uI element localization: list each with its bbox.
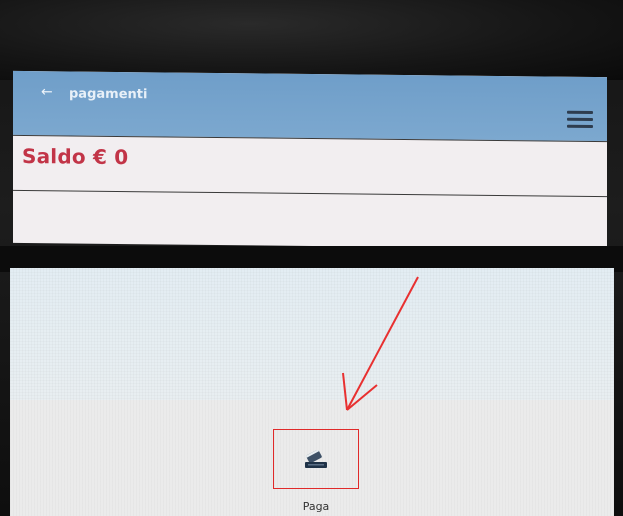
device-bezel [0,0,623,80]
menu-bar-line [567,117,593,121]
hamburger-menu-icon[interactable] [567,110,593,129]
arrow-left-icon[interactable]: ← [41,84,53,100]
pay-button[interactable] [273,429,359,489]
photo-frame: ← pagamenti Saldo € 0 Paga [0,0,623,516]
menu-bar-line [567,110,593,114]
page-title: pagamenti [69,86,148,103]
pay-button-label: Paga [302,500,330,513]
divider [13,189,607,198]
app-bar: ← pagamenti [13,70,607,142]
card-payment-icon [305,450,327,468]
bottom-screen: Paga [10,268,614,516]
balance-text: Saldo € 0 [22,143,129,170]
top-screen: ← pagamenti Saldo € 0 [13,70,607,250]
menu-bar-line [567,124,593,128]
